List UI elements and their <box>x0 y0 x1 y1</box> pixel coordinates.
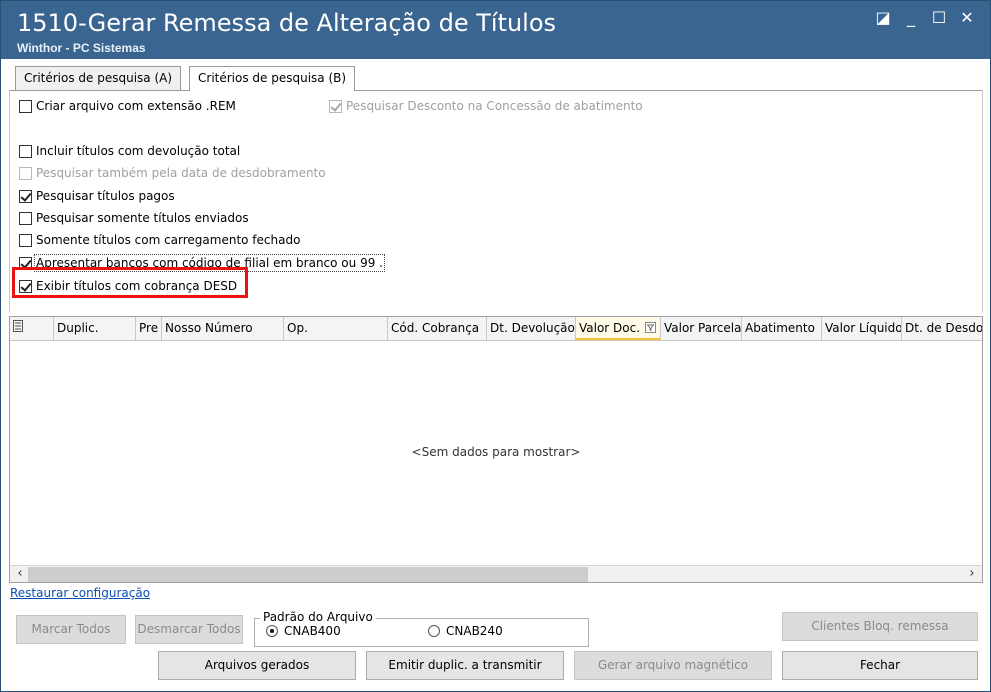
window-title: 1510-Gerar Remessa de Alteração de Títul… <box>17 9 557 37</box>
arquivos-gerados-button[interactable]: Arquivos gerados <box>158 651 356 680</box>
close-icon[interactable]: ✕ <box>957 9 977 29</box>
tab-criterios-b[interactable]: Critérios de pesquisa (B) <box>189 66 356 91</box>
column-header-abatimento[interactable]: Abatimento <box>742 317 822 340</box>
results-grid[interactable]: Duplic. Pre Nosso Número Op. Cód. Cobran… <box>9 316 983 583</box>
checkbox-criar-rem[interactable]: Criar arquivo com extensão .REM <box>19 97 236 115</box>
column-header-duplic[interactable]: Duplic. <box>54 317 136 340</box>
checkbox-label: Pesquisar títulos pagos <box>36 189 175 203</box>
checkbox-label: Incluir títulos com devolução total <box>36 144 241 158</box>
checkbox-box[interactable] <box>19 99 32 113</box>
tab-criterios-a[interactable]: Critérios de pesquisa (A) <box>15 66 182 90</box>
column-header-dt-devolucao[interactable]: Dt. Devolução <box>487 317 576 340</box>
column-header-valor-liquido[interactable]: Valor Líquido <box>822 317 902 340</box>
checkbox-box[interactable] <box>19 233 32 247</box>
minimize-icon[interactable]: _ <box>901 9 921 29</box>
restore-config-link[interactable]: Restaurar configuração <box>10 586 150 600</box>
main-window: 1510-Gerar Remessa de Alteração de Títul… <box>0 0 991 692</box>
desmarcar-todos-button[interactable]: Desmarcar Todos <box>135 615 243 644</box>
fechar-button[interactable]: Fechar <box>782 651 978 680</box>
maximize-icon[interactable]: ☐ <box>929 9 949 29</box>
checkbox-pesq-desconto: Pesquisar Desconto na Concessão de abati… <box>329 97 643 115</box>
gerar-arquivo-magnetico-button[interactable]: Gerar arquivo magnético <box>574 651 772 680</box>
column-header-op[interactable]: Op. <box>284 317 388 340</box>
column-header-valor-parcela[interactable]: Valor Parcela <box>661 317 742 340</box>
window-subtitle: Winthor - PC Sistemas <box>17 41 146 55</box>
column-header-pre[interactable]: Pre <box>136 317 162 340</box>
radio-label: CNAB240 <box>446 624 503 638</box>
checkbox-box <box>329 99 342 113</box>
checkbox-box[interactable] <box>19 189 32 203</box>
column-label: Valor Doc. <box>579 321 641 335</box>
checkbox-incluir-devolucao[interactable]: Incluir títulos com devolução total <box>19 142 240 160</box>
title-bar[interactable]: 1510-Gerar Remessa de Alteração de Títul… <box>1 1 990 59</box>
column-chooser-icon[interactable] <box>10 317 54 340</box>
empty-grid-message: <Sem dados para mostrar> <box>411 445 581 459</box>
checkbox-label: Pesquisar somente títulos enviados <box>36 211 249 225</box>
radio-indicator[interactable] <box>266 625 278 637</box>
scrollbar-thumb[interactable] <box>28 567 588 582</box>
radio-label: CNAB400 <box>284 624 341 638</box>
checkbox-label: Criar arquivo com extensão .REM <box>36 99 236 113</box>
checkbox-label: Pesquisar Desconto na Concessão de abati… <box>346 99 643 113</box>
scroll-left-icon[interactable]: ‹ <box>12 566 28 582</box>
radio-indicator[interactable] <box>428 625 440 637</box>
column-header-cod-cobranca[interactable]: Cód. Cobrança <box>388 317 487 340</box>
clientes-bloq-remessa-button[interactable]: Clientes Bloq. remessa <box>782 612 978 641</box>
restore-icon[interactable]: ◪ <box>873 9 893 29</box>
horizontal-scrollbar[interactable]: ‹ › <box>10 565 982 582</box>
emitir-duplic-button[interactable]: Emitir duplic. a transmitir <box>366 651 564 680</box>
checkbox-box[interactable] <box>19 144 32 158</box>
column-header-valor-doc[interactable]: Valor Doc. <box>576 317 661 340</box>
marcar-todos-button[interactable]: Marcar Todos <box>16 615 126 644</box>
checkbox-box <box>19 166 32 180</box>
checkbox-carregamento-fechado[interactable]: Somente títulos com carregamento fechado <box>19 231 300 249</box>
column-header-nosso-numero[interactable]: Nosso Número <box>162 317 284 340</box>
filter-dropdown-icon[interactable] <box>645 322 656 333</box>
grid-header: Duplic. Pre Nosso Número Op. Cód. Cobran… <box>10 317 982 341</box>
checkbox-pesq-desdobramento: Pesquisar também pela data de desdobrame… <box>19 164 326 182</box>
checkbox-box[interactable] <box>19 211 32 225</box>
checkbox-label: Pesquisar também pela data de desdobrame… <box>36 166 326 180</box>
highlight-frame <box>12 267 248 298</box>
padrao-arquivo-legend: Padrão do Arquivo <box>260 610 376 624</box>
checkbox-somente-enviados[interactable]: Pesquisar somente títulos enviados <box>19 209 249 227</box>
checkbox-label: Somente títulos com carregamento fechado <box>36 233 301 247</box>
radio-cnab400[interactable]: CNAB400 <box>266 624 341 638</box>
radio-cnab240[interactable]: CNAB240 <box>428 624 503 638</box>
column-header-dt-desdobramento[interactable]: Dt. de Desdo <box>902 317 982 340</box>
checkbox-pesq-pagos[interactable]: Pesquisar títulos pagos <box>19 187 175 205</box>
scroll-right-icon[interactable]: › <box>964 566 980 582</box>
